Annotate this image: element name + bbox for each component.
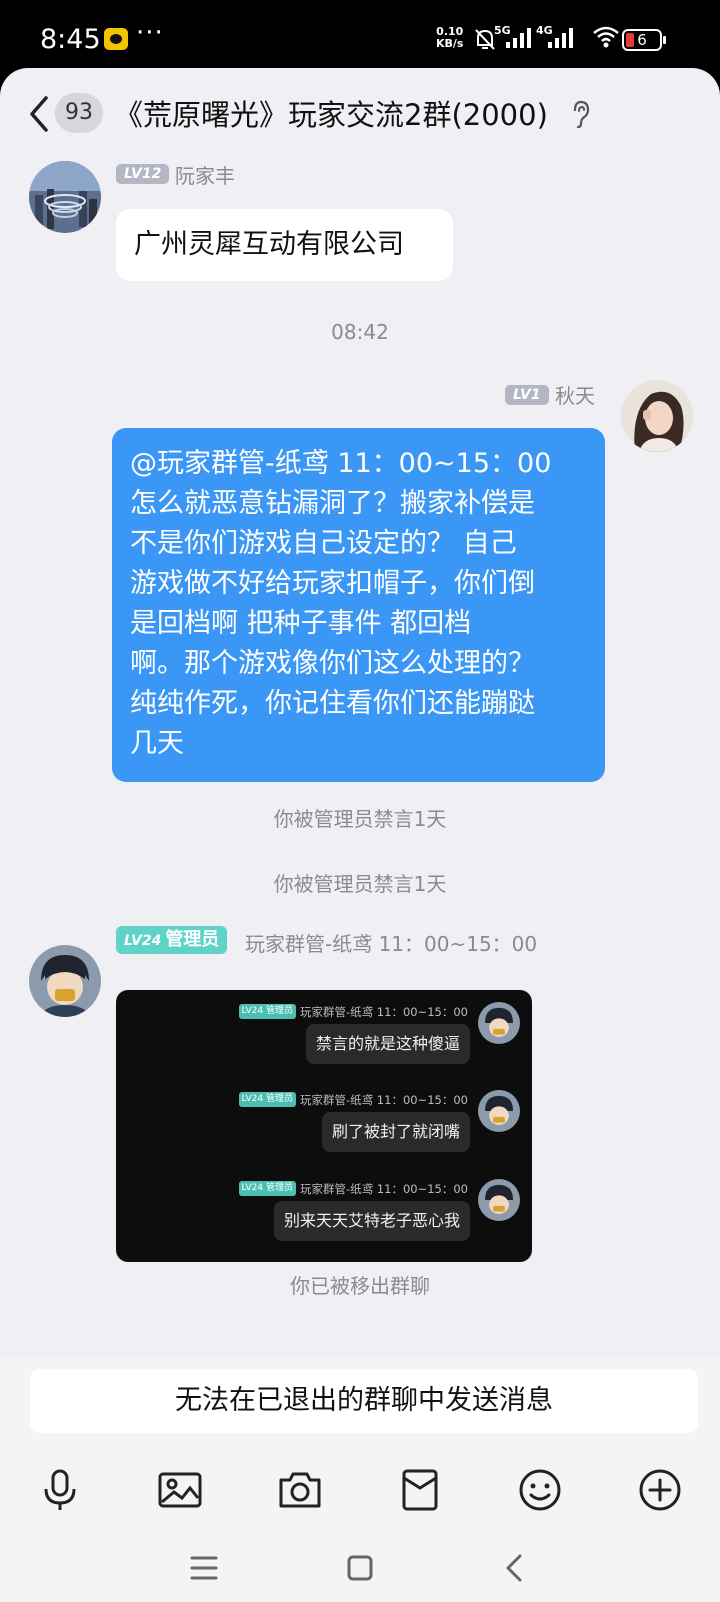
admin-role: 管理员 [165, 929, 220, 950]
mini-avatar [478, 1179, 520, 1221]
screenshot-image-message[interactable]: LV24 管理员 玩家群管-纸鸢 11：00~15：00 禁言的就是这种傻逼 L… [116, 990, 532, 1262]
mini-bubble: 别来天天艾特老子恶心我 [273, 1201, 470, 1241]
battery-level: 6 [637, 31, 647, 49]
mic-icon[interactable] [36, 1466, 84, 1514]
message-line: 不是你们游戏自己设定的？ 自己 [130, 528, 517, 559]
earpiece-mode-icon [573, 100, 590, 128]
camera-icon[interactable] [276, 1466, 324, 1514]
sender-name[interactable]: 阮家丰 [175, 160, 235, 189]
input-toolbar [0, 1444, 720, 1534]
mini-bubble: 刷了被封了就闭嘴 [321, 1112, 470, 1152]
back-arrow-icon[interactable] [24, 94, 54, 134]
message-line: 游戏做不好给玩家扣帽子，你们倒 [130, 568, 535, 599]
time-divider: 08:42 [331, 320, 389, 344]
message-bubble-self[interactable]: @玩家群管-纸鸢 11：00~15：00 怎么就恶意钻漏洞了？搬家补偿是 不是你… [112, 428, 605, 782]
screenshot-row: LV24 管理员 玩家群管-纸鸢 11：00~15：00 刷了被封了就闭嘴 [116, 1088, 532, 1168]
admin-badge: LV24 管理员 [116, 926, 228, 954]
signal-5g-icon [506, 28, 531, 48]
mini-admin-badge: LV24 管理员 [238, 1092, 296, 1107]
message-line: 纯纯作死，你记住看你们还能蹦跶 [130, 688, 535, 719]
red-packet-icon[interactable] [396, 1466, 444, 1514]
chat-screen: 93 《荒原曙光》玩家交流2群(2000) LV12 阮家丰 广州灵犀互动有限公… [0, 68, 720, 1602]
avatar-admin[interactable] [29, 945, 101, 1017]
avatar-self[interactable] [621, 380, 693, 452]
screenshot-row: LV24 管理员 玩家群管-纸鸢 11：00~15：00 别来天天艾特老子恶心我 [116, 1177, 532, 1257]
message-line: @玩家群管-纸鸢 11：00~15：00 [130, 448, 552, 479]
system-notice: 你被管理员禁言1天 [273, 807, 447, 831]
level-badge: LV1 [505, 385, 549, 405]
system-nav-bar [0, 1534, 720, 1602]
mini-sender-name: 玩家群管-纸鸢 11：00~15：00 [300, 1093, 468, 1107]
message-line: 几天 [130, 728, 184, 759]
avatar-image [29, 945, 101, 1017]
wifi-icon [593, 26, 619, 48]
avatar-image [29, 161, 101, 233]
sender-name[interactable]: 秋天 [555, 380, 595, 409]
disabled-input-notice: 无法在已退出的群聊中发送消息 [30, 1369, 698, 1433]
more-notifications-indicator: ··· [136, 18, 164, 48]
admin-level: LV24 [124, 933, 162, 949]
chat-header: 93 《荒原曙光》玩家交流2群(2000) [0, 68, 720, 158]
message-line: 啊。那个游戏像你们这么处理的？ [130, 648, 535, 679]
mini-bubble: 禁言的就是这种傻逼 [305, 1024, 470, 1064]
chat-title[interactable]: 《荒原曙光》玩家交流2群(2000) [114, 92, 548, 134]
sender-name[interactable]: 玩家群管-纸鸢 11：00~15：00 [245, 928, 537, 957]
plus-icon[interactable] [636, 1466, 684, 1514]
mini-avatar [478, 1090, 520, 1132]
emoji-icon[interactable] [516, 1466, 564, 1514]
home-icon[interactable] [340, 1548, 380, 1588]
menu-icon[interactable] [184, 1548, 224, 1588]
system-notice: 你被管理员禁言1天 [273, 872, 447, 896]
status-time: 8:45 [40, 24, 101, 55]
mini-admin-badge: LV24 管理员 [238, 1181, 296, 1196]
mini-admin-badge: LV24 管理员 [238, 1004, 296, 1019]
notification-app-icon [104, 28, 128, 50]
message-line: 是回档啊 把种子事件 都回档 [130, 608, 472, 639]
system-notice: 你已被移出群聊 [290, 1274, 430, 1298]
mini-avatar [478, 1002, 520, 1044]
level-badge: LV12 [116, 164, 170, 184]
mini-sender-name: 玩家群管-纸鸢 11：00~15：00 [300, 1005, 468, 1019]
message-line: 怎么就恶意钻漏洞了？搬家补偿是 [130, 488, 535, 519]
back-nav-icon[interactable] [496, 1548, 536, 1588]
network-speed-unit: KB/s [436, 37, 464, 50]
avatar-image [621, 380, 693, 452]
network-speed: 0.10 KB/s [436, 26, 463, 50]
unread-count-badge[interactable]: 93 [55, 93, 103, 133]
message-bubble[interactable]: 广州灵犀互动有限公司 [116, 209, 453, 281]
avatar-ruan[interactable] [29, 161, 101, 233]
battery-indicator: 6 [622, 29, 666, 51]
screenshot-row: LV24 管理员 玩家群管-纸鸢 11：00~15：00 禁言的就是这种傻逼 [116, 1000, 532, 1080]
image-icon[interactable] [156, 1466, 204, 1514]
signal-4g-icon [548, 28, 573, 48]
mini-sender-name: 玩家群管-纸鸢 11：00~15：00 [300, 1182, 468, 1196]
